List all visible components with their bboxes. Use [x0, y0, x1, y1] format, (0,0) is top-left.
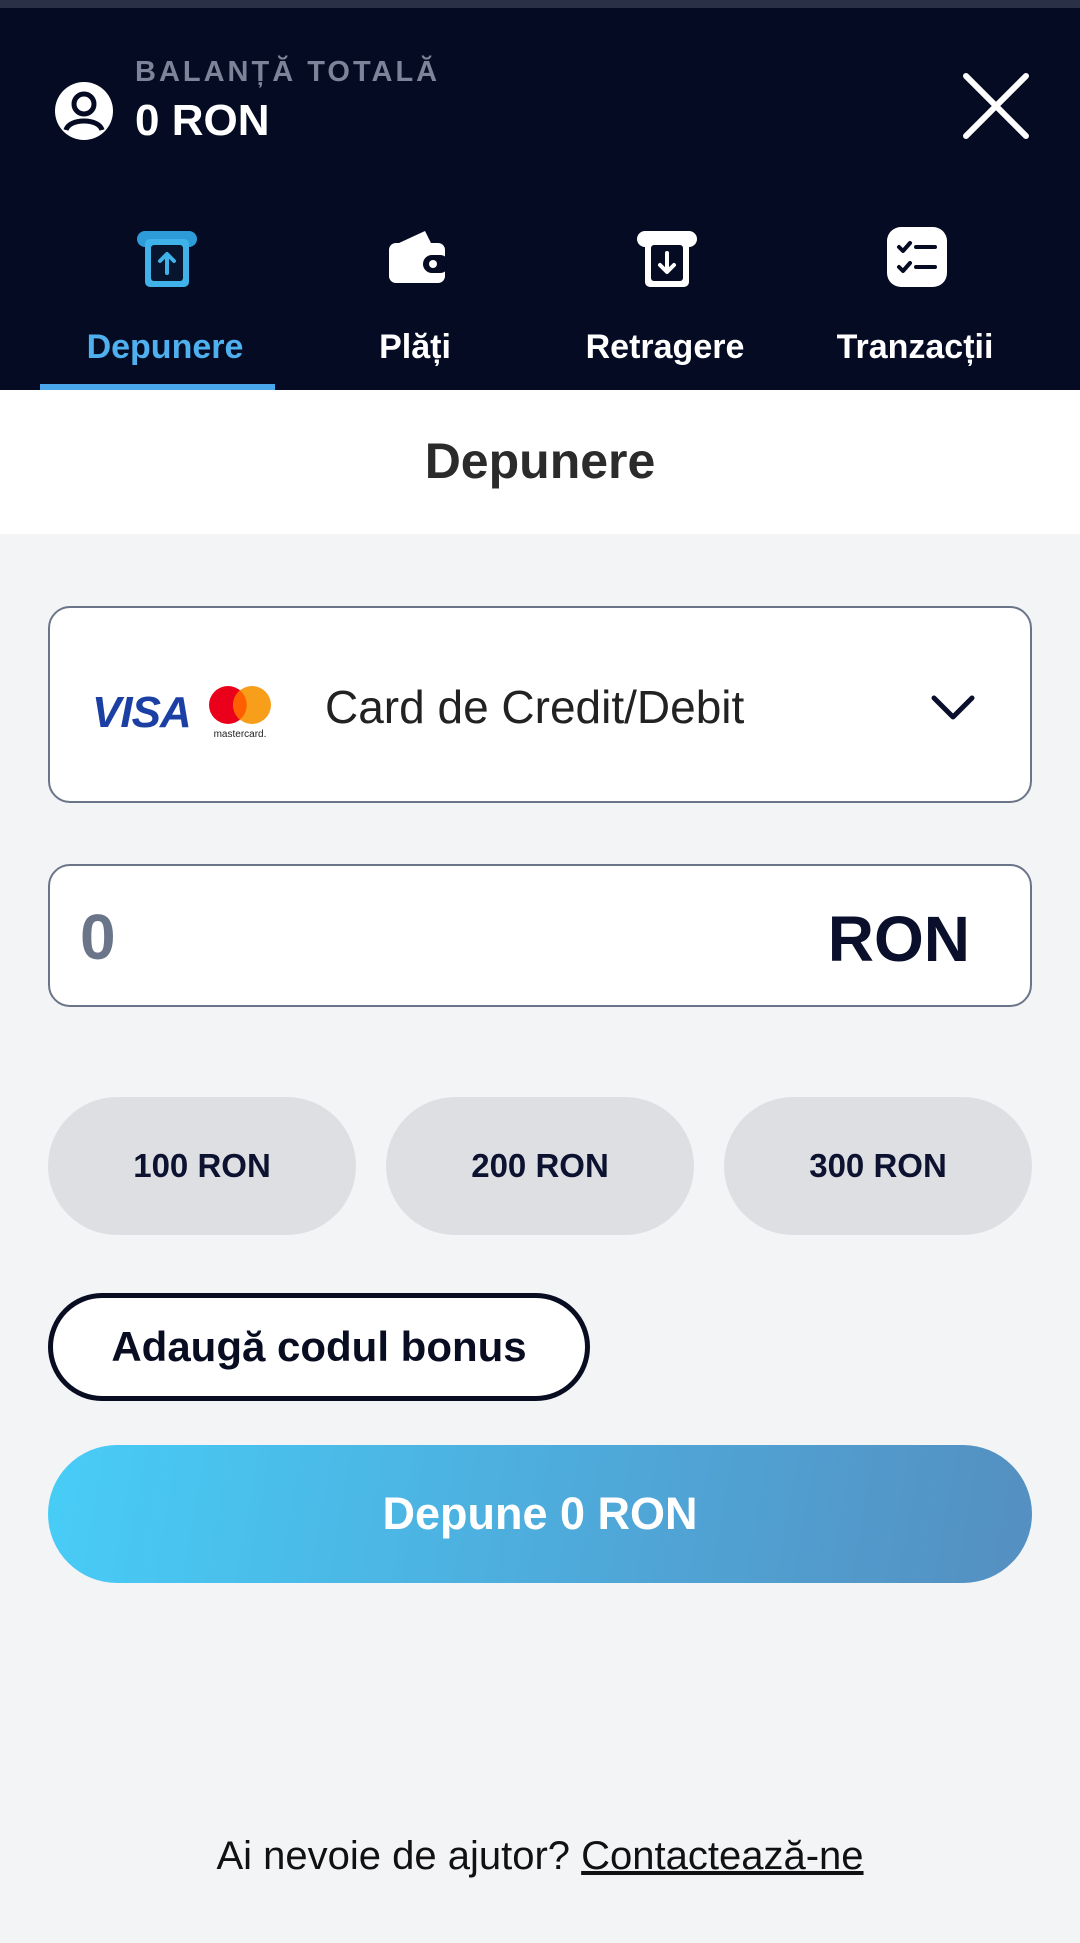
close-icon[interactable]: [960, 70, 1032, 142]
tab-label: Plăți: [379, 328, 451, 366]
account-header: BALANȚĂ TOTALĂ 0 RON Depunere Plăți Retr…: [0, 0, 1080, 390]
payment-method-select[interactable]: VISA mastercard. Card de Credit/Debit: [48, 606, 1032, 803]
mastercard-wordmark: mastercard.: [214, 729, 267, 740]
tab-deposit[interactable]: Depunere: [40, 210, 290, 390]
contact-link[interactable]: Contactează-ne: [581, 1834, 863, 1878]
deposit-icon: [137, 231, 197, 287]
wallet-icon: [389, 231, 449, 283]
amount-input[interactable]: [80, 894, 680, 980]
tab-label: Depunere: [86, 328, 244, 366]
user-icon[interactable]: [53, 80, 115, 142]
payment-method-label: Card de Credit/Debit: [325, 681, 745, 733]
currency-label: RON: [827, 903, 970, 975]
add-bonus-code-button[interactable]: Adaugă codul bonus: [48, 1293, 590, 1401]
page-title: Depunere: [424, 433, 656, 489]
tab-transactions[interactable]: Tranzacții: [790, 210, 1040, 390]
amount-field[interactable]: RON: [48, 864, 1032, 1007]
title-bar: Depunere: [0, 390, 1080, 534]
tab-label: Retragere: [585, 328, 745, 366]
tab-withdraw[interactable]: Retragere: [540, 210, 790, 390]
deposit-submit-button[interactable]: Depune 0 RON: [48, 1445, 1032, 1583]
preset-amount-button[interactable]: 200 RON: [386, 1097, 694, 1235]
balance-value: 0 RON: [135, 96, 270, 145]
top-divider: [0, 0, 1080, 8]
preset-amount-button[interactable]: 100 RON: [48, 1097, 356, 1235]
balance-label: BALANȚĂ TOTALĂ: [135, 56, 441, 88]
wallet-tabs: Depunere Plăți Retragere Tranzacții: [0, 210, 1080, 390]
transactions-icon: [887, 227, 947, 287]
help-line: Ai nevoie de ajutor? Contactează-ne: [0, 1834, 1080, 1879]
chevron-down-icon: [931, 695, 975, 720]
visa-logo: VISA: [92, 688, 192, 737]
tab-label: Tranzacții: [836, 328, 994, 366]
mastercard-logo: mastercard.: [209, 686, 271, 740]
tab-payments[interactable]: Plăți: [290, 210, 540, 390]
preset-amount-button[interactable]: 300 RON: [724, 1097, 1032, 1235]
help-text: Ai nevoie de ajutor?: [216, 1834, 571, 1878]
withdraw-icon: [637, 231, 697, 287]
